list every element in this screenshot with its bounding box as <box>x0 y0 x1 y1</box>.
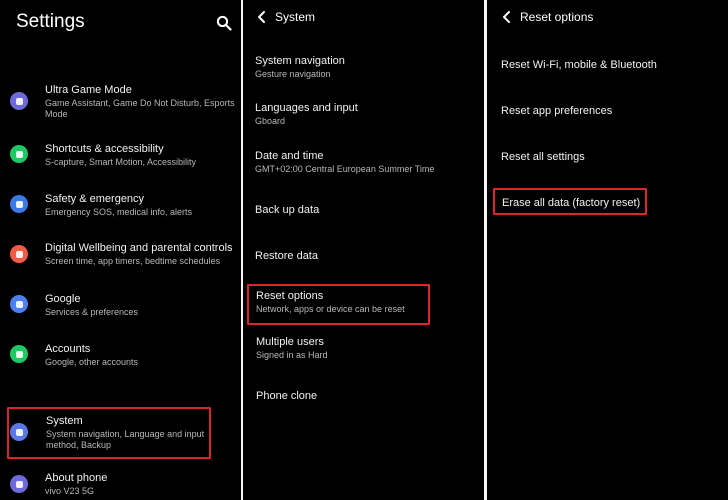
item-title: Languages and input <box>255 102 358 114</box>
settings-item-shortcuts-accessibility[interactable]: Shortcuts & accessibility S-capture, Sma… <box>0 142 241 174</box>
wellbeing-icon <box>10 245 28 263</box>
item-subtitle: Services & preferences <box>45 307 139 317</box>
accessibility-icon <box>10 145 28 163</box>
item-title: Phone clone <box>256 390 318 402</box>
accounts-icon <box>10 345 28 363</box>
system-item-multiple-users[interactable]: Multiple users Signed in as Hard <box>256 335 478 361</box>
settings-item-about-phone[interactable]: About phone vivo V23 5G <box>0 471 241 500</box>
page-title: Settings <box>16 11 85 32</box>
reset-item-app-preferences[interactable]: Reset app preferences <box>501 104 722 118</box>
item-title: About phone <box>45 472 108 484</box>
reset-header: Reset options <box>500 8 593 26</box>
item-subtitle: S-capture, Smart Motion, Accessibility <box>45 157 197 167</box>
item-title: Reset all settings <box>501 151 585 163</box>
settings-item-digital-wellbeing[interactable]: Digital Wellbeing and parental controls … <box>0 241 241 273</box>
reset-item-network[interactable]: Reset Wi-Fi, mobile & Bluetooth <box>501 58 722 72</box>
item-title: Safety & emergency <box>45 193 145 205</box>
system-item-restore[interactable]: Restore data <box>255 249 478 263</box>
item-title: Reset app preferences <box>501 105 613 117</box>
item-title: Ultra Game Mode <box>45 84 132 96</box>
item-title: Back up data <box>255 204 320 216</box>
item-subtitle: Game Assistant, Game Do Not Disturb, Esp… <box>45 98 235 119</box>
highlight-box-system <box>7 407 211 459</box>
item-title: Multiple users <box>256 336 324 348</box>
settings-item-google[interactable]: Google Services & preferences <box>0 292 241 324</box>
item-title: Shortcuts & accessibility <box>45 143 164 155</box>
settings-item-safety-emergency[interactable]: Safety & emergency Emergency SOS, medica… <box>0 192 241 224</box>
item-subtitle: Gboard <box>255 116 286 126</box>
settings-item-accounts[interactable]: Accounts Google, other accounts <box>0 342 241 374</box>
item-subtitle: Screen time, app timers, bedtime schedul… <box>45 256 221 266</box>
system-item-languages[interactable]: Languages and input Gboard <box>255 101 478 127</box>
item-subtitle: Signed in as Hard <box>256 350 328 360</box>
item-title: System navigation <box>255 55 345 67</box>
item-subtitle: Google, other accounts <box>45 357 139 367</box>
system-item-phone-clone[interactable]: Phone clone <box>256 389 478 403</box>
item-title: Accounts <box>45 343 91 355</box>
highlight-box-erase-all-data <box>493 188 647 215</box>
system-item-back-up[interactable]: Back up data <box>255 203 478 217</box>
phone-icon <box>10 475 28 493</box>
google-icon <box>10 295 28 313</box>
system-item-navigation[interactable]: System navigation Gesture navigation <box>255 54 478 80</box>
item-title: Restore data <box>255 250 318 262</box>
gamepad-icon <box>10 92 28 110</box>
system-item-date-time[interactable]: Date and time GMT+02:00 Central European… <box>255 149 478 175</box>
back-arrow-icon[interactable] <box>500 10 514 24</box>
item-title: Date and time <box>255 150 324 162</box>
item-title: Google <box>45 293 81 305</box>
item-subtitle: GMT+02:00 Central European Summer Time <box>255 164 435 174</box>
reset-item-all-settings[interactable]: Reset all settings <box>501 150 722 164</box>
search-icon[interactable] <box>216 15 232 31</box>
item-subtitle: Gesture navigation <box>255 69 331 79</box>
item-subtitle: vivo V23 5G <box>45 486 95 496</box>
reset-options-panel: Reset options Reset Wi-Fi, mobile & Blue… <box>487 0 728 500</box>
back-arrow-icon[interactable] <box>255 10 269 24</box>
page-title: Reset options <box>520 10 594 24</box>
settings-panel: Settings Ultra Game Mode Game Assistant,… <box>0 0 241 500</box>
highlight-box-reset-options <box>247 284 430 325</box>
item-title: Reset Wi-Fi, mobile & Bluetooth <box>501 59 657 71</box>
system-panel: System System navigation Gesture navigat… <box>243 0 484 500</box>
item-title: Digital Wellbeing and parental controls <box>45 242 233 254</box>
system-header: System <box>255 8 315 26</box>
settings-item-ultra-game-mode[interactable]: Ultra Game Mode Game Assistant, Game Do … <box>0 83 241 123</box>
page-title: System <box>275 10 316 24</box>
item-subtitle: Emergency SOS, medical info, alerts <box>45 207 193 217</box>
shield-icon <box>10 195 28 213</box>
